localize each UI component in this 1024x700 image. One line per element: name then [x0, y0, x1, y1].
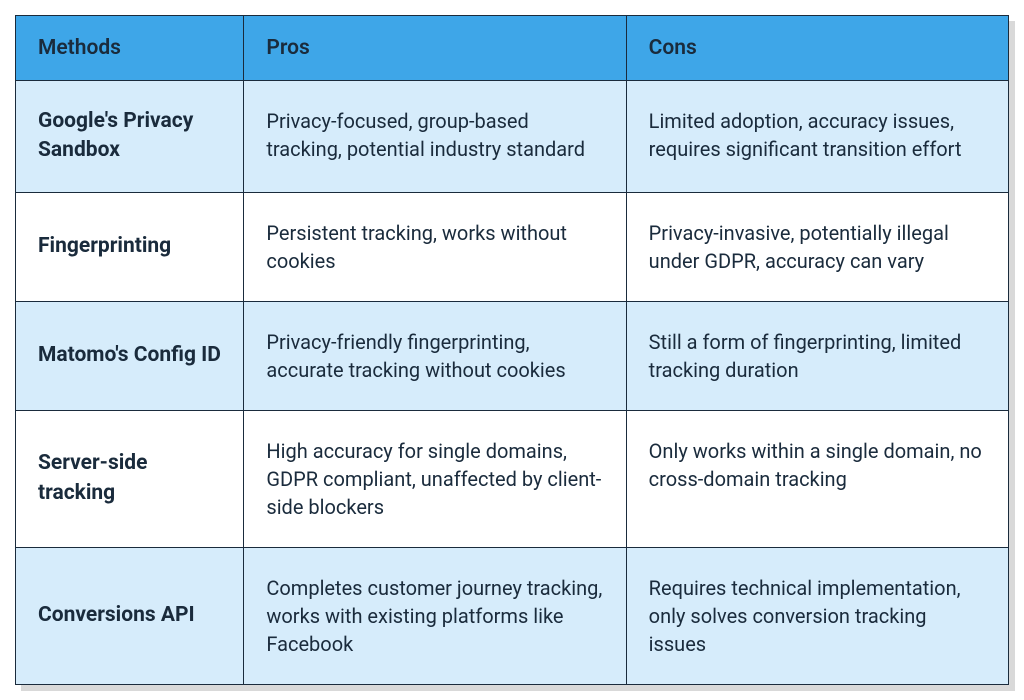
method-cons: Limited adoption, accuracy issues, requi…	[626, 81, 1008, 193]
method-pros: Privacy-focused, group-based tracking, p…	[244, 81, 626, 193]
table-row: Matomo's Config ID Privacy-friendly fing…	[16, 301, 1009, 410]
method-name: Google's Privacy Sandbox	[16, 81, 244, 193]
method-pros: Privacy-friendly fingerprinting, accurat…	[244, 301, 626, 410]
method-pros: Completes customer journey tracking, wor…	[244, 547, 626, 684]
table-row: Fingerprinting Persistent tracking, work…	[16, 192, 1009, 301]
comparison-table-container: Methods Pros Cons Google's Privacy Sandb…	[15, 15, 1009, 685]
method-name: Fingerprinting	[16, 192, 244, 301]
comparison-table: Methods Pros Cons Google's Privacy Sandb…	[15, 15, 1009, 685]
header-methods: Methods	[16, 16, 244, 81]
table-row: Google's Privacy Sandbox Privacy-focused…	[16, 81, 1009, 193]
method-name: Conversions API	[16, 547, 244, 684]
method-pros: Persistent tracking, works without cooki…	[244, 192, 626, 301]
table-row: Server-side tracking High accuracy for s…	[16, 410, 1009, 547]
table-row: Conversions API Completes customer journ…	[16, 547, 1009, 684]
method-pros: High accuracy for single domains, GDPR c…	[244, 410, 626, 547]
header-cons: Cons	[626, 16, 1008, 81]
method-name: Server-side tracking	[16, 410, 244, 547]
header-pros: Pros	[244, 16, 626, 81]
method-cons: Requires technical implementation, only …	[626, 547, 1008, 684]
method-cons: Still a form of fingerprinting, limited …	[626, 301, 1008, 410]
table-header-row: Methods Pros Cons	[16, 16, 1009, 81]
method-name: Matomo's Config ID	[16, 301, 244, 410]
method-cons: Privacy-invasive, potentially illegal un…	[626, 192, 1008, 301]
method-cons: Only works within a single domain, no cr…	[626, 410, 1008, 547]
